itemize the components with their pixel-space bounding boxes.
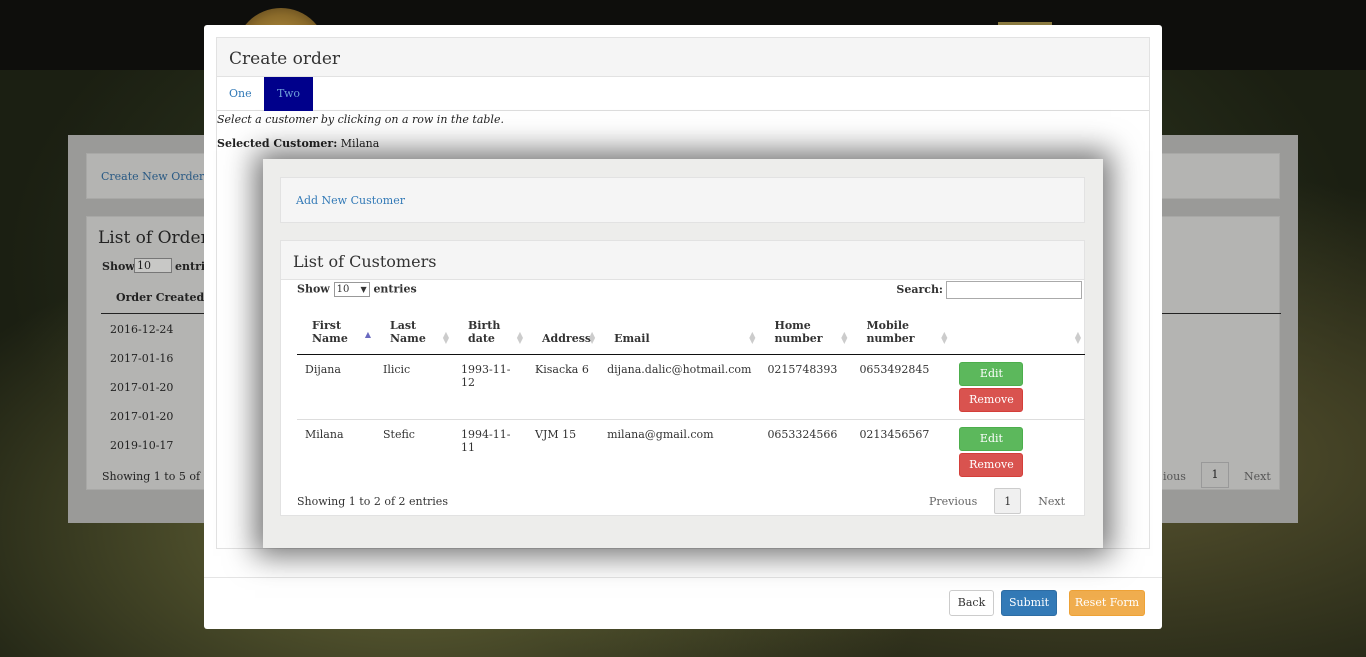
length-select[interactable]: 10 <box>333 282 370 297</box>
customers-title: List of Customers <box>281 241 1084 280</box>
previous-button[interactable]: Previous <box>920 489 986 515</box>
column-header-first-name[interactable]: First Name ▲ <box>297 311 375 355</box>
selected-customer: Selected Customer: Milana <box>217 137 379 150</box>
page-1-button[interactable]: 1 <box>994 488 1022 514</box>
bg-order-date[interactable]: 2017-01-20 <box>110 410 173 423</box>
cell-actions: Edit Remove <box>951 354 1085 420</box>
cell-actions: Edit Remove <box>951 419 1085 484</box>
cell-address: Kisacka 6 <box>527 354 600 420</box>
column-header-actions[interactable]: ▲ ▼ <box>951 311 1085 355</box>
cell-mobile-number: 0213456567 <box>859 427 930 441</box>
add-customer-panel: Add New Customer <box>280 177 1085 223</box>
cell-home-number: 0215748393 <box>759 354 852 420</box>
reset-form-button[interactable]: Reset Form <box>1069 590 1145 616</box>
table-row[interactable]: Dijana Ilicic 1993-11-12 Kisacka 6 dijan… <box>297 354 1085 420</box>
sort-icon: ▲ ▼ <box>516 329 523 345</box>
column-header-home-number[interactable]: Home number ▲ ▼ <box>759 311 852 355</box>
submit-button[interactable]: Submit <box>1001 590 1057 616</box>
table-info: Showing 1 to 2 of 2 entries <box>297 495 448 508</box>
bg-previous-button[interactable]: ious <box>1163 470 1186 483</box>
tab-one[interactable]: One <box>217 77 264 111</box>
cell-first-name: Dijana <box>297 354 375 420</box>
length-control: Show 10 entries <box>297 282 417 297</box>
column-label: Address <box>542 331 592 345</box>
column-header-last-name[interactable]: Last Name ▲ ▼ <box>375 311 453 355</box>
cell-email: dijana.dalic@hotmail.com <box>599 354 760 420</box>
bg-column-order-created[interactable]: Order Created <box>116 291 204 304</box>
cell-mobile-number: 0653492845 <box>851 354 952 420</box>
bg-page-1[interactable]: 1 <box>1201 462 1229 488</box>
search-label: Search: <box>896 283 943 296</box>
selected-customer-label: Selected Customer: <box>217 137 338 150</box>
bg-next-button[interactable]: Next <box>1244 470 1271 483</box>
add-new-customer-link[interactable]: Add New Customer <box>296 194 405 207</box>
remove-button[interactable]: Remove <box>959 452 1024 477</box>
column-header-address[interactable]: Address ▲ ▼ <box>527 311 600 355</box>
pagination: Previous 1 Next <box>920 488 1074 514</box>
cell-home-number: 0653324566 <box>767 427 838 441</box>
column-label: Home number <box>774 318 823 345</box>
sort-icon: ▲ ▼ <box>442 329 449 345</box>
column-header-birth-date[interactable]: Birth date ▲ ▼ <box>453 311 527 355</box>
bg-length-select[interactable]: 10 <box>134 258 172 273</box>
back-button[interactable]: Back <box>949 590 994 616</box>
cell-address: VJM 15 <box>535 427 577 441</box>
bg-create-new-order-link[interactable]: Create New Order <box>101 170 204 183</box>
bg-order-date[interactable]: 2017-01-20 <box>110 381 173 394</box>
column-header-mobile-number[interactable]: Mobile number ▲ ▼ <box>851 311 952 355</box>
edit-button[interactable]: Edit <box>959 426 1024 451</box>
column-label: Email <box>614 331 650 345</box>
cell-last-name: Ilicic <box>375 354 453 420</box>
next-button[interactable]: Next <box>1029 489 1074 515</box>
selected-customer-value: Milana <box>340 137 380 150</box>
sort-asc-icon: ▲ <box>364 329 371 339</box>
bg-show-label: Show <box>102 260 135 273</box>
bg-order-date[interactable]: 2019-10-17 <box>110 439 173 452</box>
bg-showing-info: Showing 1 to 5 of 5 e <box>102 470 221 483</box>
edit-button[interactable]: Edit <box>959 361 1024 386</box>
cell-birth-date: 1994-11-11 <box>461 427 511 454</box>
sort-icon: ▲ ▼ <box>941 329 948 345</box>
search-control: Search: <box>896 281 1082 299</box>
column-header-email[interactable]: Email ▲ ▼ <box>599 311 760 355</box>
sort-icon: ▲ ▼ <box>1074 329 1081 345</box>
tab-two[interactable]: Two <box>264 77 313 111</box>
show-label: Show <box>297 282 330 296</box>
entries-label: entries <box>373 282 417 296</box>
column-label: Last Name <box>390 318 426 345</box>
column-label: Mobile number <box>866 318 915 345</box>
bg-order-date[interactable]: 2017-01-16 <box>110 352 173 365</box>
table-row[interactable]: Milana Stefic 1994-11-11 VJM 15 milana@g… <box>297 419 1085 484</box>
select-customer-hint: Select a customer by clicking on a row i… <box>217 113 504 126</box>
create-order-title: Create order <box>217 38 1149 77</box>
sort-icon: ▲ ▼ <box>749 329 756 345</box>
cell-birth-date: 1993-11-12 <box>453 354 527 420</box>
customer-list-modal: Add New Customer List of Customers Show … <box>263 159 1103 548</box>
cell-email: milana@gmail.com <box>607 427 714 441</box>
customers-table: First Name ▲ Last Name ▲ ▼ Birth date ▲ ▼ Add… <box>297 311 1085 484</box>
column-label: Birth date <box>468 318 501 345</box>
sort-icon: ▲ ▼ <box>588 329 596 345</box>
bg-orders-title: List of Orders <box>98 228 218 248</box>
customers-panel: List of Customers Show 10 entries Search… <box>280 240 1085 516</box>
cell-last-name: Stefic <box>383 427 415 441</box>
column-label: First Name <box>312 318 348 345</box>
search-input[interactable] <box>946 281 1082 299</box>
order-tabs: One Two <box>217 77 1149 111</box>
remove-button[interactable]: Remove <box>959 387 1024 412</box>
sort-icon: ▲ ▼ <box>841 329 848 345</box>
cell-first-name: Milana <box>305 427 344 441</box>
modal-footer-divider <box>204 577 1162 578</box>
bg-order-date[interactable]: 2016-12-24 <box>110 323 173 336</box>
